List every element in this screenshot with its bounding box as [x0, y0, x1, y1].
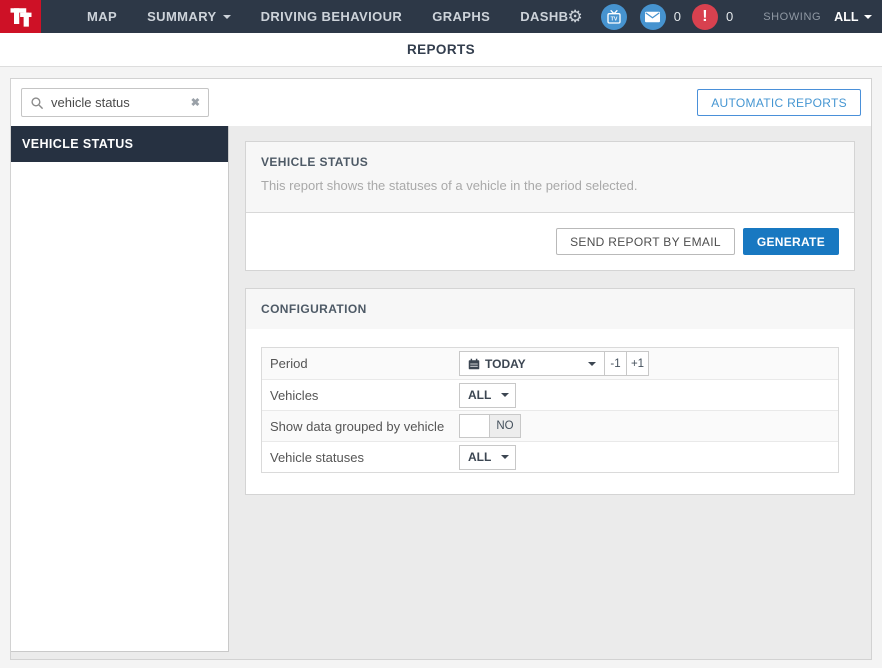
report-description: This report shows the statuses of a vehi…	[261, 178, 839, 193]
send-report-by-email-button[interactable]: SEND REPORT BY EMAIL	[556, 228, 735, 255]
report-summary-head: VEHICLE STATUS This report shows the sta…	[246, 142, 854, 212]
chevron-down-icon	[223, 15, 231, 19]
brand-tt-icon	[7, 3, 35, 31]
report-actions: SEND REPORT BY EMAIL GENERATE	[246, 212, 854, 270]
topbar-icons: TV 0 ! 0	[601, 4, 737, 30]
calendar-icon	[468, 358, 480, 370]
configuration-card: CONFIGURATION Period	[245, 288, 855, 495]
sidebar-item-vehicle-status[interactable]: VEHICLE STATUS	[11, 126, 228, 162]
period-control: TODAY -1 +1	[459, 351, 649, 376]
tv-button[interactable]: TV	[601, 4, 627, 30]
clear-search-icon[interactable]: ✖	[191, 96, 200, 109]
nav-summary[interactable]: SUMMARY	[132, 9, 245, 24]
statuses-label: Vehicle statuses	[270, 450, 459, 465]
configuration-table: Period	[261, 347, 839, 473]
chevron-down-icon	[864, 15, 872, 19]
panel-body: VEHICLE STATUS VEHICLE STATUS This repor…	[11, 126, 871, 659]
configuration-head: CONFIGURATION	[246, 289, 854, 329]
grouped-toggle[interactable]: NO	[459, 414, 521, 438]
configuration-title: CONFIGURATION	[261, 302, 839, 316]
messages-button[interactable]	[640, 4, 666, 30]
showing-label: SHOWING	[763, 11, 821, 23]
envelope-icon	[645, 11, 660, 23]
report-detail-content: VEHICLE STATUS This report shows the sta…	[229, 126, 871, 659]
messages-count: 0	[674, 9, 681, 24]
nav-graphs-label: GRAPHS	[432, 9, 490, 24]
nav-map-label: MAP	[87, 9, 117, 24]
automatic-reports-button[interactable]: AUTOMATIC REPORTS	[697, 89, 861, 116]
report-summary-card: VEHICLE STATUS This report shows the sta…	[245, 141, 855, 271]
chevron-down-icon	[588, 362, 596, 366]
gear-icon[interactable]: ⚙	[567, 8, 582, 25]
topbar: MAP SUMMARY DRIVING BEHAVIOUR GRAPHS DAS…	[0, 0, 882, 33]
period-plus-button[interactable]: +1	[626, 351, 649, 376]
period-minus-button[interactable]: -1	[604, 351, 627, 376]
config-row-period: Period	[262, 348, 838, 379]
showing-filter: SHOWING ALL	[763, 10, 872, 24]
search-icon	[30, 96, 44, 110]
statuses-value: ALL	[468, 450, 491, 464]
toggle-knob	[460, 415, 490, 437]
app-logo[interactable]	[0, 0, 41, 33]
config-row-vehicles: Vehicles ALL	[262, 379, 838, 410]
page-title: REPORTS	[407, 42, 475, 57]
showing-dropdown[interactable]: ALL	[834, 10, 872, 24]
nav-driving-behaviour-label: DRIVING BEHAVIOUR	[261, 9, 403, 24]
generate-button[interactable]: GENERATE	[743, 228, 839, 255]
nav-driving-behaviour[interactable]: DRIVING BEHAVIOUR	[246, 9, 418, 24]
showing-value: ALL	[834, 10, 858, 24]
vehicles-dropdown[interactable]: ALL	[459, 383, 516, 408]
statuses-dropdown[interactable]: ALL	[459, 445, 516, 470]
config-row-grouped: Show data grouped by vehicle NO	[262, 410, 838, 441]
svg-text:TV: TV	[610, 16, 617, 22]
nav-summary-label: SUMMARY	[147, 9, 216, 24]
chevron-down-icon	[501, 393, 509, 397]
search-input[interactable]	[51, 95, 191, 110]
report-title: VEHICLE STATUS	[261, 155, 839, 169]
nav-map[interactable]: MAP	[72, 9, 132, 24]
alerts-button[interactable]: !	[692, 4, 718, 30]
nav-graphs[interactable]: GRAPHS	[417, 9, 505, 24]
reports-panel: ✖ AUTOMATIC REPORTS VEHICLE STATUS VEHIC…	[10, 78, 872, 660]
vehicles-label: Vehicles	[270, 388, 459, 403]
main-nav: MAP SUMMARY DRIVING BEHAVIOUR GRAPHS DAS…	[72, 8, 583, 25]
exclamation-icon: !	[702, 8, 707, 26]
nav-dashboard-label: DASHB	[520, 9, 568, 24]
configuration-body: Period	[246, 329, 854, 494]
tv-icon: TV	[606, 9, 622, 25]
page-header: REPORTS	[0, 33, 882, 67]
report-list-sidebar: VEHICLE STATUS	[11, 126, 229, 652]
period-label: Period	[270, 356, 459, 371]
grouped-label: Show data grouped by vehicle	[270, 419, 459, 434]
chevron-down-icon	[501, 455, 509, 459]
alerts-count: 0	[726, 9, 733, 24]
period-dropdown[interactable]: TODAY	[459, 351, 605, 376]
reports-toolbar: ✖ AUTOMATIC REPORTS	[11, 79, 871, 126]
period-value: TODAY	[485, 357, 526, 371]
report-search-box: ✖	[21, 88, 209, 117]
config-row-statuses: Vehicle statuses ALL	[262, 441, 838, 472]
grouped-toggle-state: NO	[490, 415, 520, 437]
vehicles-value: ALL	[468, 388, 491, 402]
nav-dashboard[interactable]: DASHB	[505, 9, 570, 24]
